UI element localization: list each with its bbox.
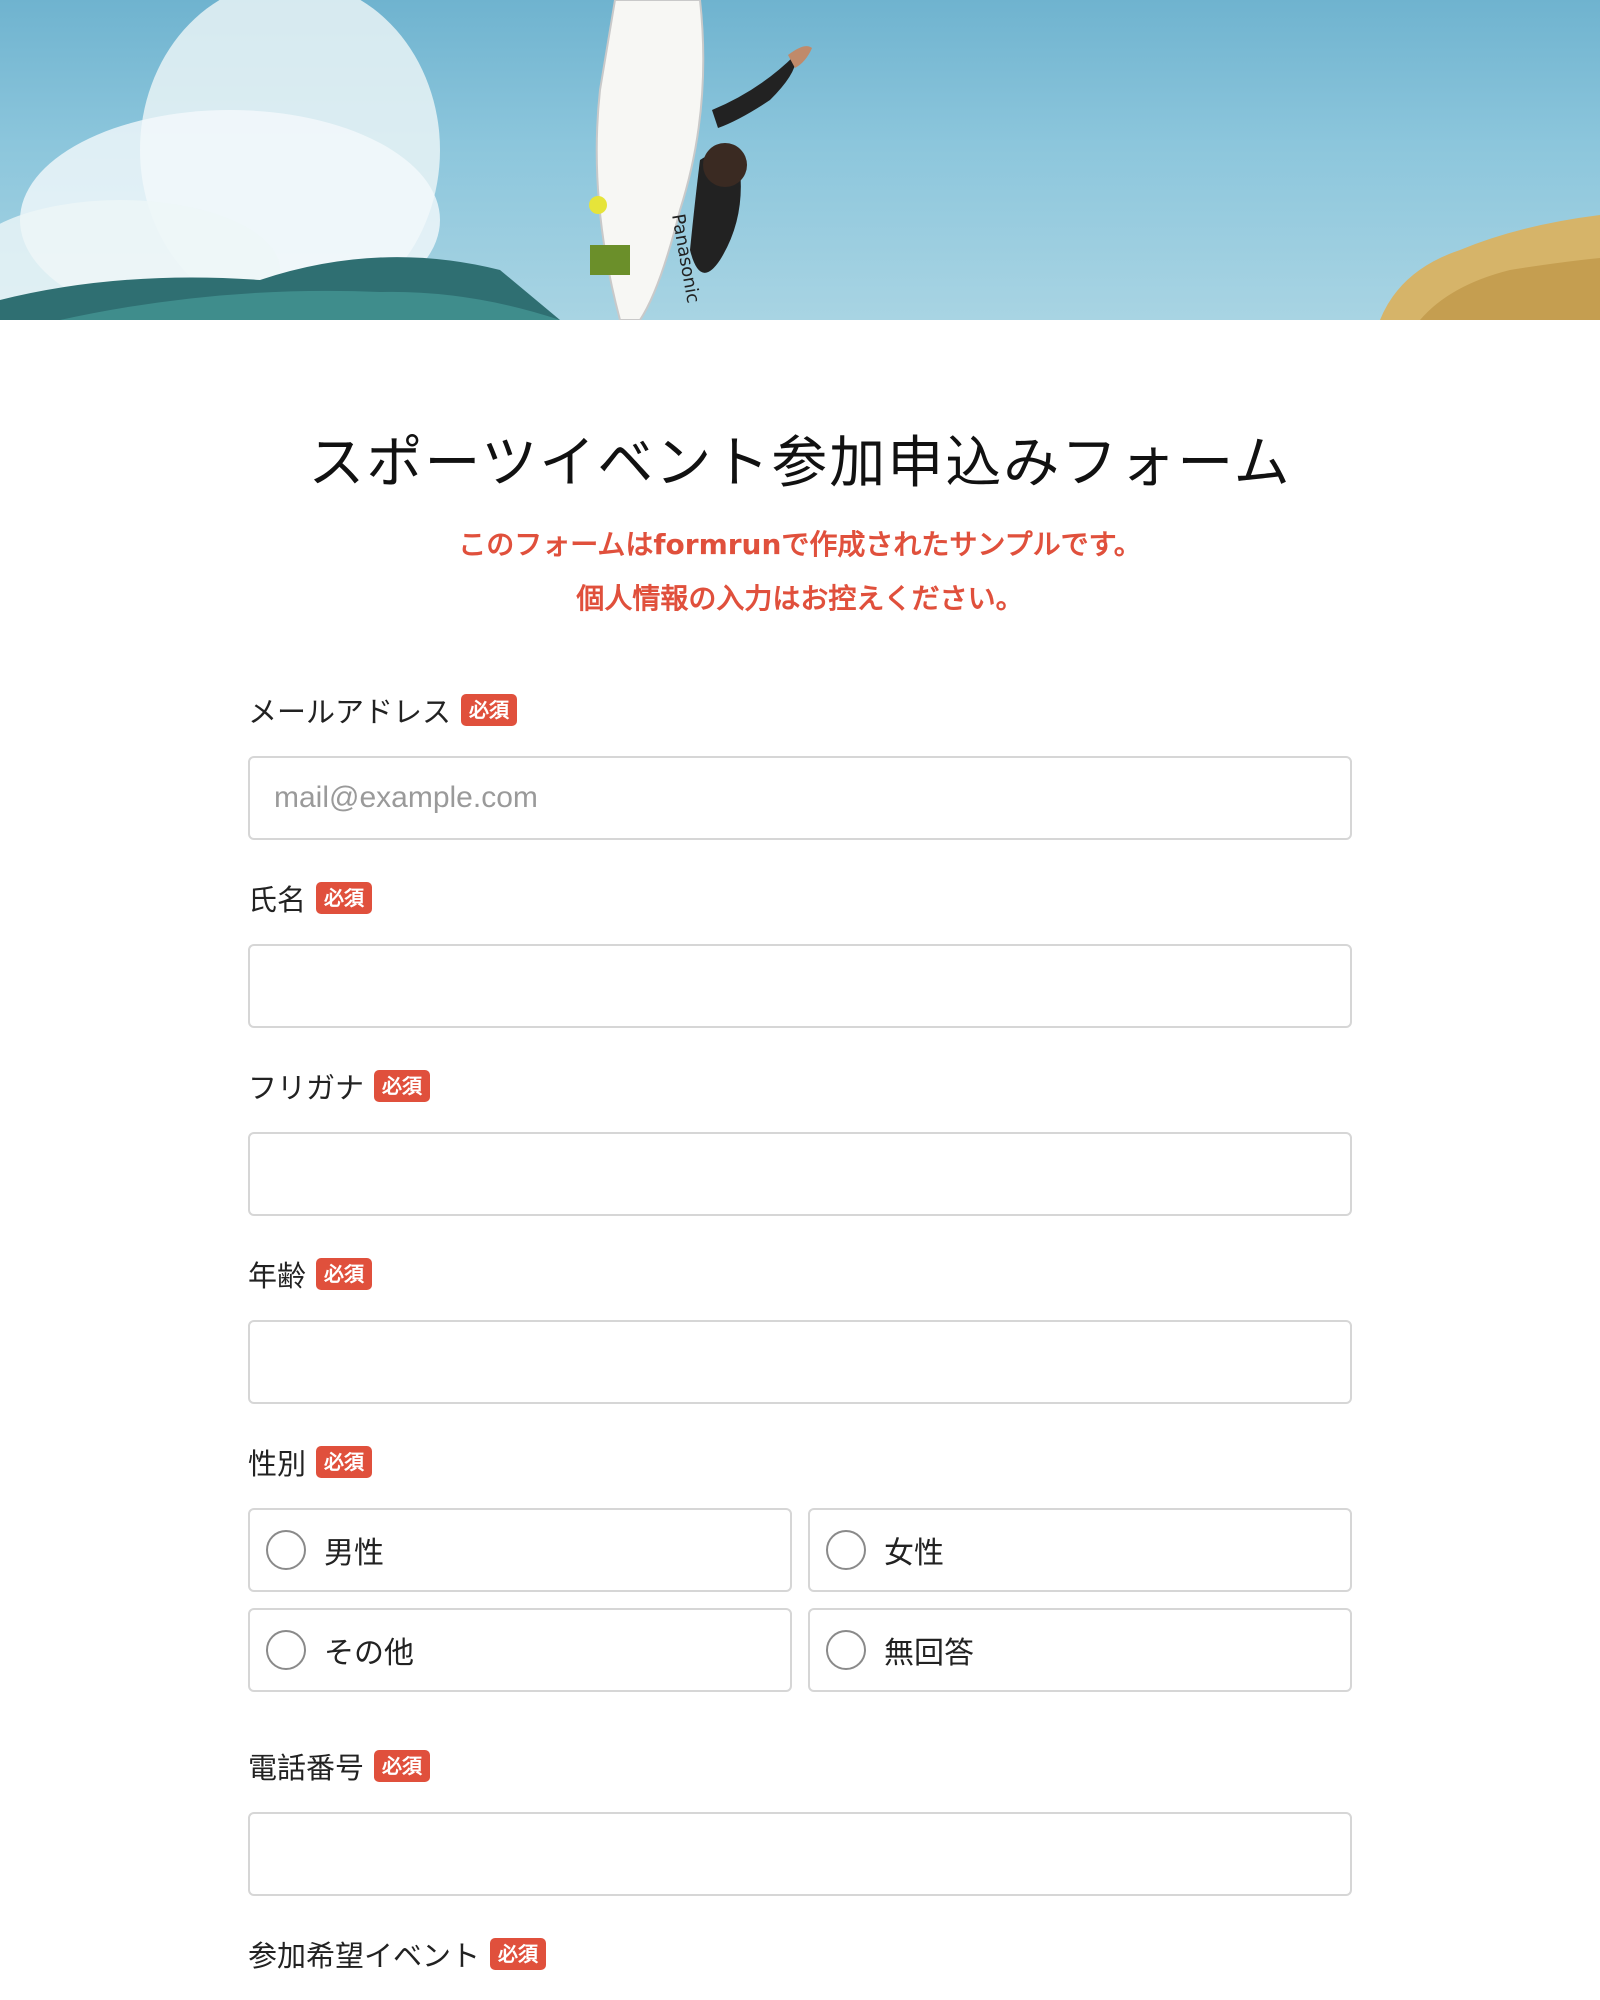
required-badge: 必須 [316, 1446, 373, 1478]
required-badge: 必須 [316, 882, 373, 914]
gender-option-other[interactable]: その他 [248, 1608, 792, 1692]
notice-line-2: 個人情報の入力はお控えください。 [576, 582, 1024, 615]
gender-option-female[interactable]: 女性 [808, 1508, 1352, 1592]
email-input[interactable] [248, 756, 1352, 840]
event-label-text: 参加希望イベント [248, 1939, 481, 1973]
required-badge: 必須 [374, 1750, 431, 1782]
email-label: メールアドレス 必須 [248, 690, 518, 730]
phone-label-text: 電話番号 [248, 1751, 365, 1785]
gender-option-label: 無回答 [884, 1636, 974, 1671]
phone-label: 電話番号 必須 [248, 1746, 431, 1786]
gender-option-label: その他 [324, 1636, 414, 1671]
email-label-text: メールアドレス [248, 695, 452, 729]
furigana-label-text: フリガナ [248, 1071, 365, 1105]
gender-option-label: 男性 [324, 1536, 384, 1571]
required-badge: 必須 [461, 694, 518, 726]
name-label: 氏名 必須 [248, 878, 373, 918]
phone-input[interactable] [248, 1812, 1352, 1896]
gender-option-male[interactable]: 男性 [248, 1508, 792, 1592]
required-badge: 必須 [490, 1938, 547, 1970]
age-label: 年齢 必須 [248, 1254, 373, 1294]
radio-circle-icon[interactable] [826, 1630, 866, 1670]
age-label-text: 年齢 [248, 1259, 307, 1293]
event-label: 参加希望イベント 必須 [248, 1934, 547, 1974]
notice-line-1: このフォームはformrunで作成されたサンプルです。 [458, 528, 1142, 561]
age-input[interactable] [248, 1320, 1352, 1404]
page-title: スポーツイベント参加申込みフォーム [308, 431, 1292, 496]
required-badge: 必須 [374, 1070, 431, 1102]
surfer-illustration: Panasonic [0, 0, 1600, 320]
radio-circle-icon[interactable] [826, 1530, 866, 1570]
radio-circle-icon[interactable] [266, 1530, 306, 1570]
required-badge: 必須 [316, 1258, 373, 1290]
name-label-text: 氏名 [248, 883, 307, 917]
gender-label: 性別 必須 [248, 1442, 373, 1482]
radio-circle-icon[interactable] [266, 1630, 306, 1670]
hero-banner-image: Panasonic [0, 0, 1600, 320]
sample-notice: このフォームはformrunで作成されたサンプルです。 個人情報の入力はお控えく… [0, 518, 1600, 626]
furigana-label: フリガナ 必須 [248, 1066, 431, 1106]
gender-option-no-answer[interactable]: 無回答 [808, 1608, 1352, 1692]
gender-label-text: 性別 [248, 1447, 307, 1481]
gender-option-label: 女性 [884, 1536, 944, 1571]
name-input[interactable] [248, 944, 1352, 1028]
furigana-input[interactable] [248, 1132, 1352, 1216]
